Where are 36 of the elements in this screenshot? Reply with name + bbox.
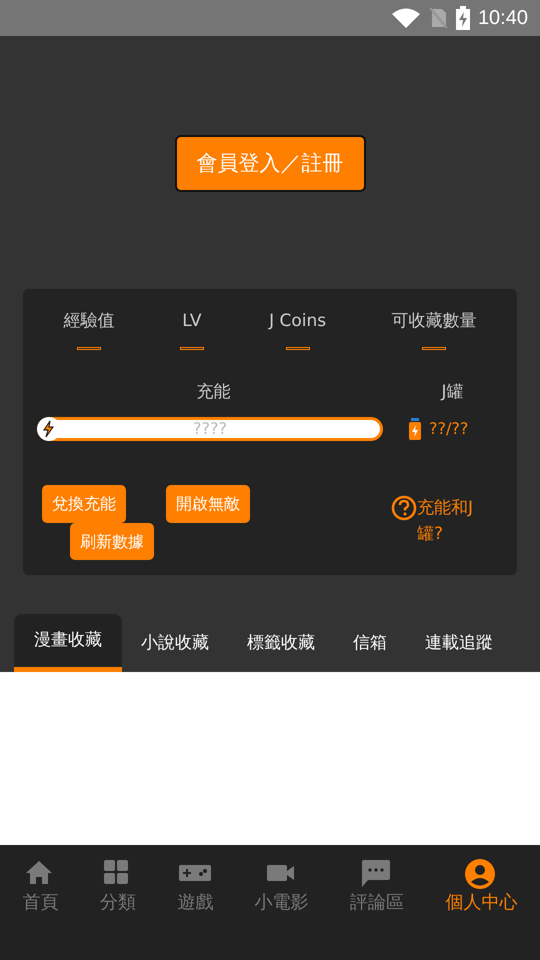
nav-item[interactable]: 首頁 (22, 859, 59, 923)
person-icon (465, 859, 498, 889)
jar-label: J罐 (441, 380, 464, 404)
stat-value-placeholder (180, 346, 204, 350)
battery-charging-icon (456, 6, 470, 30)
tab[interactable]: 標籤收藏 (228, 614, 334, 672)
help-icon (391, 495, 417, 521)
refresh-data-button[interactable]: 刷新數據 (70, 523, 154, 560)
charge-value: ???? (193, 418, 227, 440)
stat-value-placeholder (77, 346, 102, 350)
stat-label: LV (182, 310, 202, 333)
nav-item[interactable]: 個人中心 (445, 859, 518, 923)
tab[interactable]: 漫畫收藏 (14, 614, 122, 672)
tab[interactable]: 連載追蹤 (406, 614, 512, 672)
nav-item[interactable]: 遊戲 (177, 859, 214, 923)
tab[interactable]: 信箱 (334, 614, 406, 672)
exchange-charge-button[interactable]: 兌換充能 (42, 485, 126, 523)
nav-item[interactable]: 小電影 (254, 859, 309, 923)
tab[interactable]: 小說收藏 (122, 614, 228, 672)
stat-label: 經驗值 (64, 310, 115, 333)
no-sim-icon (428, 7, 448, 29)
invincible-button[interactable]: 開啟無敵 (166, 485, 250, 523)
stat-label: J Coins (269, 310, 326, 333)
jar-value: ??/?? (429, 418, 468, 440)
nav-item[interactable]: 分類 (100, 859, 136, 923)
login-register-button[interactable]: 會員登入／註冊 (174, 135, 366, 192)
battery-jar-icon (409, 418, 421, 440)
stat-label: 可收藏數量 (391, 310, 476, 333)
wifi-icon (392, 8, 420, 28)
stat-value-placeholder (286, 346, 310, 350)
clock-time: 10:40 (478, 6, 528, 31)
chat-bubble-icon (360, 859, 393, 889)
nav-item[interactable]: 評論區 (350, 859, 404, 923)
stat-value-placeholder (422, 346, 446, 350)
charge-label: 充能 (196, 380, 230, 404)
help-link[interactable]: 充能和J罐? (417, 495, 495, 547)
